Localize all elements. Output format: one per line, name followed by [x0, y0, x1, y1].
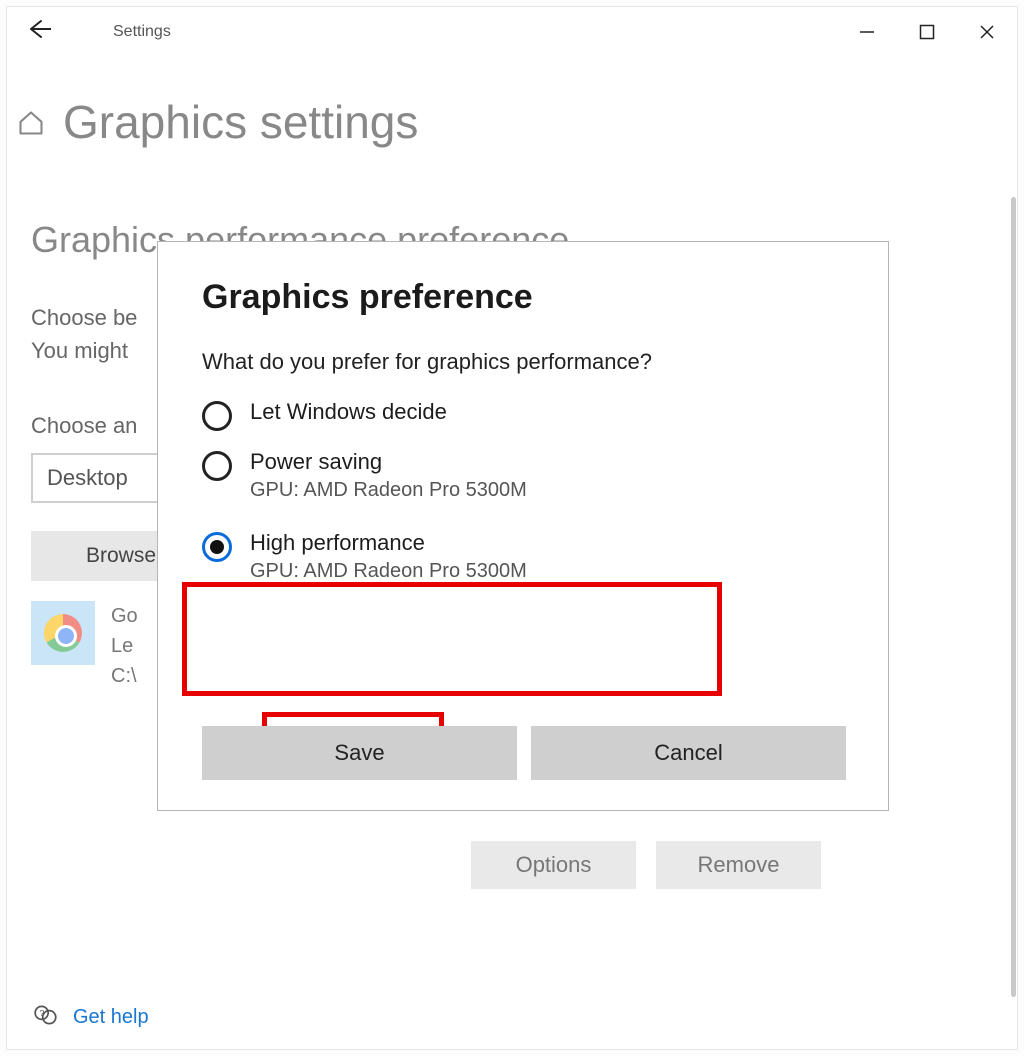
graphics-preference-dialog: Graphics preference What do you prefer f… [157, 241, 889, 811]
highlight-selected-option [182, 582, 722, 696]
get-help-label[interactable]: Get help [73, 1006, 149, 1029]
remove-button-label: Remove [698, 852, 780, 878]
radio-label: Let Windows decide [250, 399, 447, 425]
scrollbar[interactable] [1011, 197, 1016, 997]
app-preference: Le [111, 631, 138, 661]
radio-icon [202, 401, 232, 431]
radio-label: High performance [250, 530, 527, 556]
dialog-buttons: Save Cancel [202, 726, 846, 780]
cancel-button[interactable]: Cancel [531, 726, 846, 780]
radio-icon-selected [202, 532, 232, 562]
save-button[interactable]: Save [202, 726, 517, 780]
app-info: Go Le C:\ [111, 601, 138, 691]
browse-button-label: Browse [86, 544, 156, 568]
radio-label: Power saving [250, 449, 527, 475]
options-button-label: Options [516, 852, 592, 878]
get-help-link[interactable]: ? Get help [33, 1002, 149, 1033]
radio-let-windows-decide[interactable]: Let Windows decide [202, 399, 844, 431]
window-title: Settings [113, 23, 171, 41]
remove-button[interactable]: Remove [656, 841, 821, 889]
radio-high-performance[interactable]: High performance GPU: AMD Radeon Pro 530… [202, 530, 844, 583]
desc-line-2: You might [31, 338, 128, 363]
app-name: Go [111, 601, 138, 631]
help-icon: ? [33, 1002, 59, 1033]
titlebar: Settings [7, 7, 1017, 57]
window-controls [837, 12, 1017, 52]
close-button[interactable] [957, 12, 1017, 52]
page-title: Graphics settings [63, 95, 418, 149]
desc-line-1: Choose be [31, 305, 137, 330]
dialog-question: What do you prefer for graphics performa… [202, 349, 844, 375]
dialog-title: Graphics preference [202, 278, 844, 317]
minimize-button[interactable] [837, 12, 897, 52]
radio-group: Let Windows decide Power saving GPU: AMD… [202, 399, 844, 583]
dropdown-value: Desktop [47, 465, 128, 491]
app-path: C:\ [111, 661, 138, 691]
radio-power-saving[interactable]: Power saving GPU: AMD Radeon Pro 5300M [202, 449, 844, 502]
settings-window: Settings Graphics settings Graphics perf… [6, 6, 1018, 1050]
options-button[interactable]: Options [471, 841, 636, 889]
save-button-label: Save [334, 740, 384, 766]
radio-icon [202, 451, 232, 481]
maximize-button[interactable] [897, 12, 957, 52]
back-button[interactable] [19, 17, 59, 48]
radio-sublabel: GPU: AMD Radeon Pro 5300M [250, 560, 527, 583]
app-actions: Options Remove [471, 841, 821, 889]
cancel-button-label: Cancel [654, 740, 722, 766]
chrome-icon [31, 601, 95, 665]
radio-sublabel: GPU: AMD Radeon Pro 5300M [250, 479, 527, 502]
home-icon[interactable] [17, 109, 45, 142]
svg-text:?: ? [40, 1008, 45, 1018]
